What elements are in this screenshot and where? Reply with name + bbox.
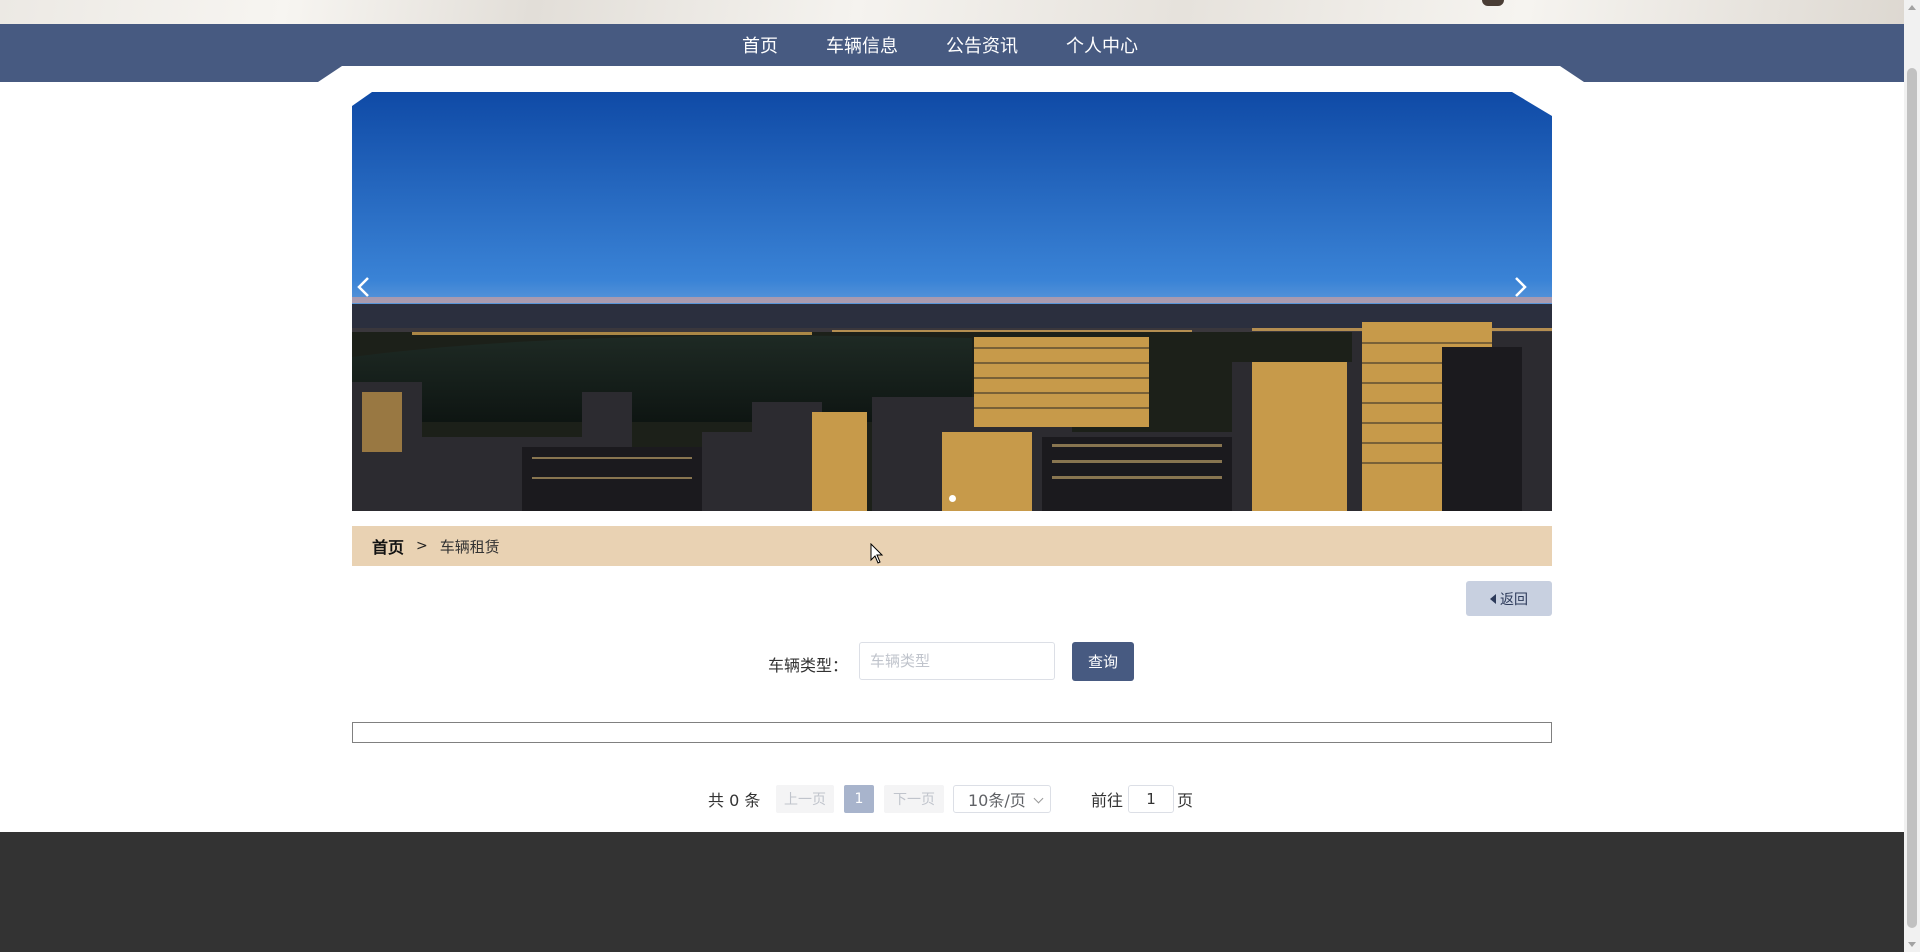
results-table <box>352 722 1552 743</box>
vertical-scrollbar[interactable] <box>1904 0 1920 952</box>
page-size-value: 10条/页 <box>968 791 1026 810</box>
goto-label: 前往 <box>1091 791 1124 810</box>
chevron-down-icon <box>1033 793 1044 804</box>
page-number-button[interactable]: 1 <box>844 785 874 813</box>
nav-notch <box>318 66 1584 82</box>
goto-page-input[interactable]: 1 <box>1128 785 1174 813</box>
mouse-pointer-icon <box>870 543 884 564</box>
breadcrumb-home[interactable]: 首页 <box>372 534 404 558</box>
prev-page-button[interactable]: 上一页 <box>776 785 834 813</box>
search-bar: 车辆类型： 查询 <box>0 642 1904 682</box>
back-button[interactable]: 返回 <box>1466 581 1552 616</box>
page-size-select[interactable]: 10条/页 <box>953 785 1051 813</box>
goto-unit-label: 页 <box>1177 791 1194 810</box>
back-button-label: 返回 <box>1500 591 1528 608</box>
breadcrumb-separator: > <box>416 538 428 554</box>
carousel-next-button[interactable] <box>1514 276 1548 316</box>
next-page-button[interactable]: 下一页 <box>884 785 944 813</box>
banner-carousel[interactable] <box>352 92 1552 511</box>
scroll-down-arrow-icon[interactable] <box>1908 942 1916 947</box>
page-footer <box>0 832 1904 952</box>
nav-item-home[interactable]: 首页 <box>742 32 778 58</box>
caret-left-icon <box>1490 593 1496 604</box>
top-decoration-shape <box>1482 0 1504 6</box>
carousel-indicator-dot[interactable] <box>949 495 956 502</box>
vehicle-type-label: 车辆类型： <box>768 656 849 675</box>
pagination: 共 0 条 上一页 1 下一页 10条/页 前往 1 页 <box>0 785 1904 813</box>
breadcrumb-current: 车辆租赁 <box>439 537 500 556</box>
chevron-left-icon <box>356 276 370 298</box>
pagination-total: 共 0 条 <box>708 791 761 810</box>
vehicle-type-input[interactable] <box>859 642 1055 680</box>
top-decoration-band <box>0 0 1904 24</box>
scrollbar-thumb[interactable] <box>1907 68 1917 928</box>
chevron-right-icon <box>1514 276 1528 298</box>
scroll-up-arrow-icon[interactable] <box>1908 5 1916 10</box>
carousel-prev-button[interactable] <box>356 276 390 316</box>
nav-item-vehicle-info[interactable]: 车辆信息 <box>826 32 898 58</box>
banner-image <box>352 92 1552 511</box>
nav-item-personal-center[interactable]: 个人中心 <box>1066 32 1138 58</box>
nav-menu: 首页 车辆信息 公告资讯 个人中心 <box>0 24 1904 66</box>
search-button[interactable]: 查询 <box>1072 642 1134 681</box>
nav-item-announcements[interactable]: 公告资讯 <box>946 32 1018 58</box>
breadcrumb: 首页 > 车辆租赁 <box>352 526 1552 566</box>
